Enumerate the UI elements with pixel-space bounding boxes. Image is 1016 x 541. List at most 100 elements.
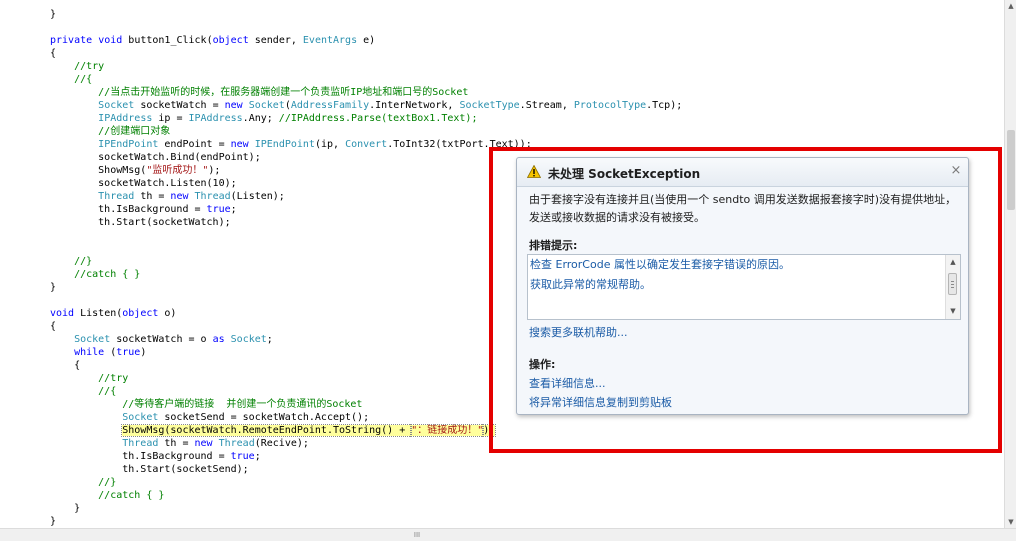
code-line[interactable]: } bbox=[50, 502, 80, 515]
close-icon[interactable]: × bbox=[949, 163, 963, 179]
grip-icon bbox=[951, 287, 954, 288]
code-token: Socket bbox=[98, 100, 135, 111]
code-token: //try bbox=[50, 61, 105, 72]
code-line[interactable]: //} bbox=[50, 476, 116, 489]
code-token: //} bbox=[50, 256, 93, 267]
code-token: Socket bbox=[248, 100, 285, 111]
code-line[interactable]: } bbox=[50, 515, 56, 528]
code-token: IPAddress bbox=[98, 113, 153, 124]
scroll-up-icon[interactable]: ▲ bbox=[1007, 1, 1015, 11]
search-online-help-link[interactable]: 搜索更多联机帮助... bbox=[529, 324, 628, 340]
code-line[interactable]: Socket socketSend = socketWatch.Accept()… bbox=[50, 411, 369, 424]
code-token: socketWatch = bbox=[134, 100, 225, 111]
code-token: .InterNetwork, bbox=[369, 100, 460, 111]
code-token: endPoint = bbox=[158, 139, 231, 150]
code-line[interactable]: th.IsBackground = true; bbox=[50, 203, 237, 216]
code-line[interactable]: Thread th = new Thread(Recive); bbox=[50, 437, 309, 450]
code-token: //IPAddress.Parse(textBox1.Text); bbox=[278, 113, 478, 124]
tips-scroll-down-icon[interactable]: ▼ bbox=[948, 306, 958, 316]
troubleshooting-tips-list[interactable]: 检查 ErrorCode 属性以确定发生套接字错误的原因。 获取此异常的常规帮助… bbox=[527, 254, 961, 320]
code-token: new bbox=[194, 438, 213, 449]
editor-vertical-scrollbar[interactable]: ▲ ▼ bbox=[1004, 0, 1016, 528]
code-token: "监听成功！" bbox=[146, 165, 209, 176]
code-token: socketWatch.Bind(endPoint); bbox=[50, 152, 261, 163]
code-line[interactable]: socketWatch.Listen(10); bbox=[50, 177, 236, 190]
code-line[interactable]: //当点击开始监听的时候，在服务器端创建一个负责监听IP地址和端口号的Socke… bbox=[50, 86, 468, 99]
exception-title: 未处理 SocketException bbox=[548, 167, 701, 181]
code-line[interactable]: //{ bbox=[50, 385, 116, 398]
code-token: IPAddress bbox=[188, 113, 243, 124]
code-line[interactable]: //创建端口对象 bbox=[50, 125, 170, 138]
code-line[interactable]: //} bbox=[50, 255, 92, 268]
code-token: void bbox=[98, 35, 123, 46]
code-token: //try bbox=[50, 373, 129, 384]
code-line[interactable]: Socket socketWatch = o as Socket; bbox=[50, 333, 273, 346]
code-line[interactable]: { bbox=[50, 359, 80, 372]
exception-assistant-dialog: 未处理 SocketException × 由于套接字没有连接并且(当使用一个 … bbox=[516, 157, 969, 415]
code-line[interactable]: ShowMsg("监听成功！"); bbox=[50, 164, 220, 177]
code-line[interactable]: th.IsBackground = true; bbox=[50, 450, 261, 463]
copy-exception-detail-link[interactable]: 将异常详细信息复制到剪贴板 bbox=[529, 394, 672, 410]
code-line[interactable]: //catch { } bbox=[50, 489, 164, 502]
code-token: object bbox=[212, 35, 249, 46]
code-token: new bbox=[230, 139, 249, 150]
horizontal-scroll-thumb[interactable]: III bbox=[405, 532, 429, 539]
code-line[interactable]: //try bbox=[50, 60, 104, 73]
code-line[interactable]: Thread th = new Thread(Listen); bbox=[50, 190, 285, 203]
tip-link-general-help[interactable]: 获取此异常的常规帮助。 bbox=[530, 276, 651, 292]
code-line[interactable]: //catch { } bbox=[50, 268, 140, 281]
code-token: EventArgs bbox=[302, 35, 358, 46]
code-token: Listen( bbox=[74, 308, 123, 319]
code-token: ( bbox=[104, 347, 117, 358]
code-token: ) bbox=[140, 347, 147, 358]
code-token: AddressFamily bbox=[290, 100, 370, 111]
code-line[interactable]: IPAddress ip = IPAddress.Any; //IPAddres… bbox=[50, 112, 477, 125]
code-token: "：链接成功！" bbox=[410, 424, 485, 437]
code-token: button1_Click( bbox=[122, 35, 213, 46]
code-line[interactable]: while (true) bbox=[50, 346, 146, 359]
code-line[interactable]: //{ bbox=[50, 73, 92, 86]
code-token: //} bbox=[50, 477, 117, 488]
code-line[interactable]: //等待客户端的链接 并创建一个负责通讯的Socket bbox=[50, 398, 362, 411]
code-line[interactable]: { bbox=[50, 47, 56, 60]
code-token: ; bbox=[266, 334, 273, 345]
tip-link-errorcode[interactable]: 检查 ErrorCode 属性以确定发生套接字错误的原因。 bbox=[530, 256, 790, 272]
code-line[interactable]: { bbox=[50, 320, 56, 333]
tips-scroll-up-icon[interactable]: ▲ bbox=[948, 257, 958, 267]
code-line[interactable]: } bbox=[50, 281, 56, 294]
code-line[interactable]: } bbox=[50, 8, 56, 21]
view-detail-link[interactable]: 查看详细信息... bbox=[529, 375, 606, 391]
scroll-down-icon[interactable]: ▼ bbox=[1007, 517, 1015, 527]
code-token: } bbox=[50, 282, 57, 293]
code-line[interactable]: ShowMsg(socketWatch.RemoteEndPoint.ToStr… bbox=[50, 424, 497, 437]
code-token: true bbox=[206, 204, 231, 215]
code-line[interactable]: private void button1_Click(object sender… bbox=[50, 34, 375, 47]
code-line[interactable]: IPEndPoint endPoint = new IPEndPoint(ip,… bbox=[50, 138, 532, 151]
code-line[interactable]: th.Start(socketSend); bbox=[50, 463, 249, 476]
vertical-scroll-thumb[interactable] bbox=[1007, 130, 1015, 210]
tips-scroll-thumb[interactable] bbox=[948, 273, 957, 295]
code-token: //当点击开始监听的时候，在服务器端创建一个负责监听IP地址和端口号的Socke… bbox=[50, 87, 469, 98]
code-token: ProtocolType bbox=[573, 100, 647, 111]
code-token: (ip, bbox=[314, 139, 346, 150]
code-line[interactable]: void Listen(object o) bbox=[50, 307, 176, 320]
code-token: Thread bbox=[194, 191, 231, 202]
code-token: } bbox=[50, 503, 81, 514]
code-token: Socket bbox=[230, 334, 267, 345]
code-token: (Recive); bbox=[254, 438, 309, 449]
troubleshooting-heading: 排错提示: bbox=[529, 239, 578, 252]
editor-horizontal-scrollbar[interactable]: III bbox=[0, 528, 1016, 541]
grip-icon bbox=[951, 284, 954, 285]
code-line[interactable]: th.Start(socketWatch); bbox=[50, 216, 230, 229]
code-line[interactable]: socketWatch.Bind(endPoint); bbox=[50, 151, 261, 164]
code-token: //catch { } bbox=[50, 269, 141, 280]
code-line[interactable]: Socket socketWatch = new Socket(AddressF… bbox=[50, 99, 682, 112]
code-token: socketSend = socketWatch.Accept(); bbox=[158, 412, 370, 423]
code-token: th.Start(socketSend); bbox=[50, 464, 249, 475]
code-line[interactable]: //try bbox=[50, 372, 128, 385]
code-token: Socket bbox=[122, 412, 159, 423]
exception-message: 由于套接字没有连接并且(当使用一个 sendto 调用发送数据报套接字时)没有提… bbox=[529, 193, 957, 224]
tips-scrollbar[interactable]: ▲ ▼ bbox=[945, 255, 960, 319]
